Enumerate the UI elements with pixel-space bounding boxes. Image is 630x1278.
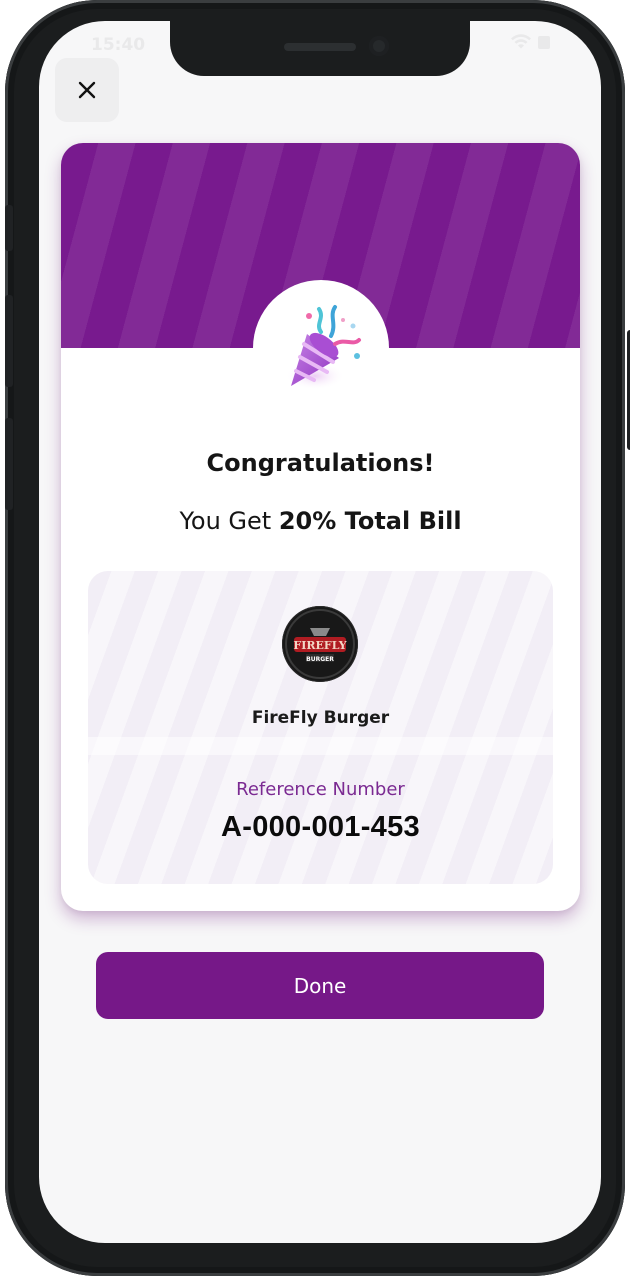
logo-text-bottom: BURGER — [306, 656, 334, 663]
reference-number: A-000-001-453 — [221, 811, 420, 843]
notch — [170, 21, 470, 76]
reference-label: Reference Number — [236, 779, 405, 800]
merchant-name: FireFly Burger — [251, 708, 390, 728]
reward-text: You Get 20% Total Bill — [61, 507, 580, 535]
logo-text-top: FIREFLY — [293, 639, 346, 652]
merchant-logo: FIREFLY BURGER — [282, 606, 358, 682]
celebration-badge — [253, 280, 389, 416]
wifi-icon — [511, 34, 532, 49]
phone-frame: 15:40 Congratulations! You Get 20% Total… — [5, 0, 630, 1276]
merchant-info-box: FIREFLY BURGER FireFly Burger Reference … — [88, 571, 553, 884]
status-time: 15:40 — [91, 35, 146, 55]
firefly-burger-logo-icon: FIREFLY BURGER — [283, 607, 357, 681]
status-icons — [510, 34, 551, 54]
camera — [369, 36, 389, 56]
battery-icon — [538, 36, 550, 49]
side-button — [5, 418, 13, 510]
congratulations-title: Congratulations! — [206, 449, 435, 477]
reward-value: 20% Total Bill — [278, 507, 462, 535]
phone-screen: 15:40 Congratulations! You Get 20% Total… — [39, 21, 601, 1243]
close-button[interactable] — [55, 58, 119, 122]
close-icon — [78, 81, 96, 99]
reward-card: Congratulations! You Get 20% Total Bill … — [61, 143, 580, 911]
side-button — [5, 295, 13, 387]
party-popper-icon — [285, 305, 361, 390]
done-button[interactable]: Done — [96, 952, 544, 1019]
side-button — [5, 205, 13, 251]
speaker — [284, 43, 356, 51]
reward-prefix: You Get — [179, 507, 272, 535]
divider — [88, 737, 553, 755]
